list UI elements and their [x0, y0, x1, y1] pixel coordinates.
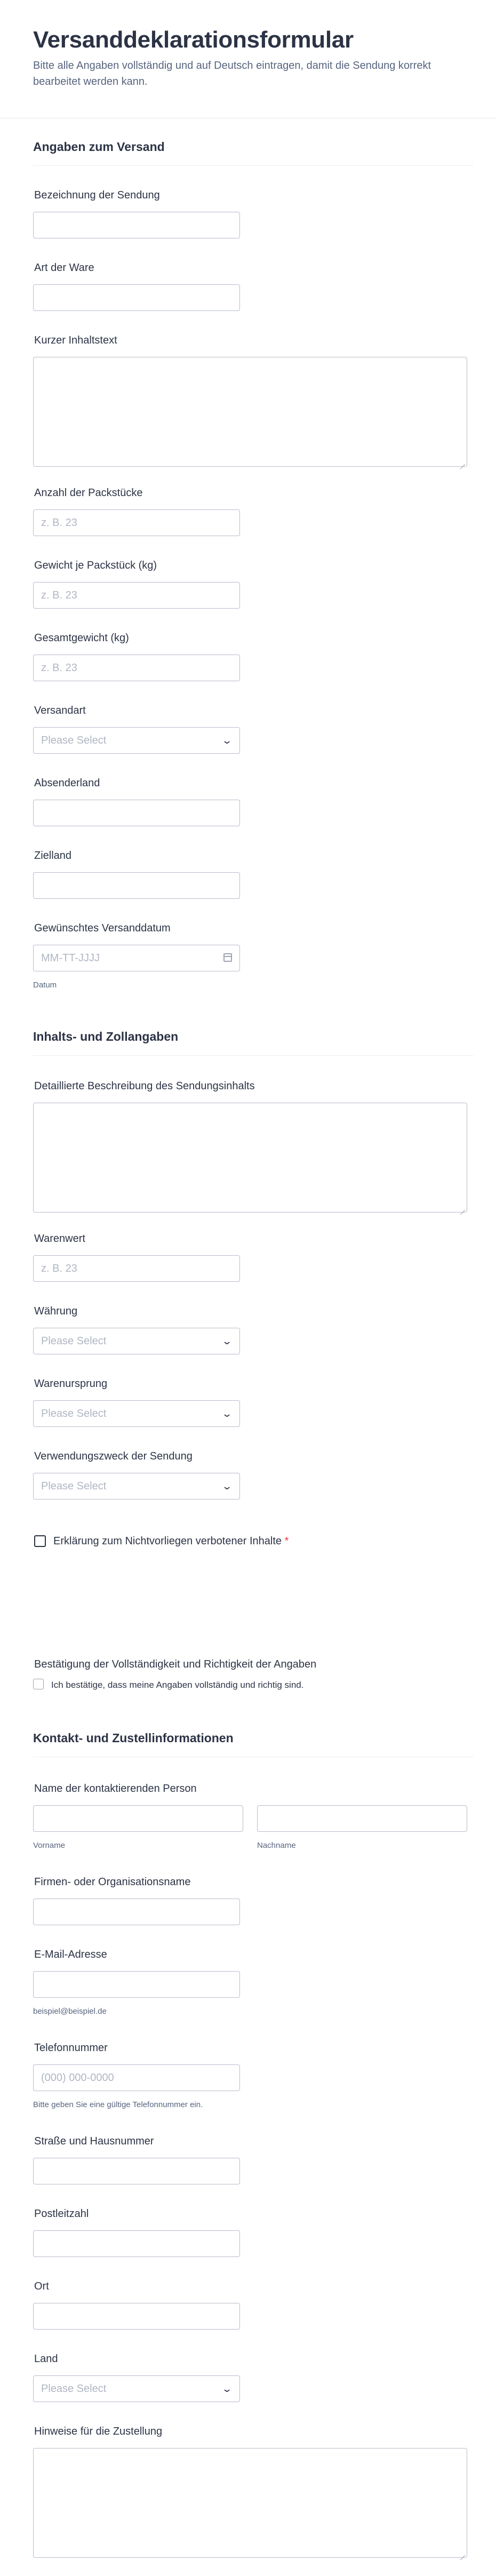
form-description: Bitte alle Angaben vollständig und auf D…: [33, 60, 431, 87]
chevron-down-icon: ⌄: [221, 1408, 233, 1419]
erklaerung-label: Erklärung zum Nichtvorliegen verbotener …: [53, 1535, 289, 1548]
ort-input[interactable]: [33, 2303, 240, 2330]
form-title: Versanddeklarationsformular: [33, 27, 354, 53]
label-gesamtgewicht: Gesamtgewicht (kg): [34, 632, 129, 644]
label-bestaetigung: Bestätigung der Vollständigkeit und Rich…: [34, 1658, 317, 1670]
versandart-select[interactable]: Please Select ⌄: [33, 727, 240, 754]
plz-input[interactable]: [33, 2230, 240, 2257]
chevron-down-icon: ⌄: [221, 2383, 233, 2394]
gewicht-je-input[interactable]: z. B. 23: [33, 582, 240, 609]
beschreibung-textarea[interactable]: [33, 1103, 467, 1213]
chevron-down-icon: ⌄: [221, 1481, 233, 1492]
form-header: Versanddeklarationsformular Bitte alle A…: [0, 0, 496, 118]
label-telefon: Telefonnummer: [34, 2042, 108, 2054]
label-versanddatum: Gewünschtes Versanddatum: [34, 922, 171, 934]
label-hinweise: Hinweise für die Zustellung: [34, 2426, 163, 2437]
label-plz: Postleitzahl: [34, 2208, 89, 2220]
strasse-input[interactable]: [33, 2158, 240, 2184]
land-select[interactable]: Please Select ⌄: [33, 2375, 240, 2402]
label-strasse: Straße und Hausnummer: [34, 2135, 154, 2147]
anzahl-input[interactable]: z. B. 23: [33, 509, 240, 536]
section-divider: [33, 165, 474, 166]
label-versandart: Versandart: [34, 705, 86, 716]
label-kurztext: Kurzer Inhaltstext: [34, 334, 117, 346]
label-waehrung: Währung: [34, 1305, 78, 1317]
warenwert-input[interactable]: z. B. 23: [33, 1255, 240, 1282]
versanddatum-input[interactable]: MM-TT-JJJJ: [33, 945, 240, 971]
email-sublabel: beispiel@beispiel.de: [33, 2007, 107, 2016]
resize-handle-icon[interactable]: [460, 459, 465, 465]
select-value: Please Select: [41, 1408, 107, 1419]
bestaetigung-option: Ich bestätige, dass meine Angaben vollst…: [51, 1680, 304, 1690]
required-mark: *: [284, 1535, 289, 1547]
art-der-ware-input[interactable]: [33, 284, 240, 311]
kurztext-textarea[interactable]: [33, 357, 467, 467]
label-anzahl: Anzahl der Packstücke: [34, 487, 143, 499]
erklaerung-checkbox[interactable]: [34, 1535, 46, 1547]
section-divider: [33, 1055, 474, 1056]
section-title-versand: Angaben zum Versand: [33, 140, 165, 154]
firma-input[interactable]: [33, 1899, 240, 1925]
label-bezeichnung: Bezeichnung der Sendung: [34, 189, 160, 201]
verwendungszweck-select[interactable]: Please Select ⌄: [33, 1473, 240, 1500]
date-placeholder: MM-TT-JJJJ: [41, 952, 100, 964]
gesamtgewicht-input[interactable]: z. B. 23: [33, 655, 240, 681]
section-title-kontakt: Kontakt- und Zustellinformationen: [33, 1731, 234, 1745]
chevron-down-icon: ⌄: [221, 1336, 233, 1346]
absenderland-input[interactable]: [33, 800, 240, 826]
nachname-sublabel: Nachname: [257, 1841, 296, 1850]
label-land: Land: [34, 2353, 58, 2365]
label-email: E-Mail-Adresse: [34, 1949, 107, 1960]
telefon-sublabel: Bitte geben Sie eine gültige Telefonnumm…: [33, 2100, 203, 2109]
vorname-sublabel: Vorname: [33, 1841, 66, 1850]
warenursprung-select[interactable]: Please Select ⌄: [33, 1400, 240, 1427]
select-value: Please Select: [41, 2383, 107, 2395]
label-absenderland: Absenderland: [34, 777, 100, 789]
label-beschreibung: Detaillierte Beschreibung des Sendungsin…: [34, 1080, 255, 1092]
label-warenursprung: Warenursprung: [34, 1378, 108, 1390]
section-title-inhalt: Inhalts- und Zollangaben: [33, 1030, 179, 1043]
erklaerung-text: Erklärung zum Nichtvorliegen verbotener …: [53, 1535, 282, 1547]
hinweise-textarea[interactable]: [33, 2448, 467, 2558]
label-zielland: Zielland: [34, 850, 72, 862]
label-firma: Firmen- oder Organisationsname: [34, 1876, 191, 1888]
versanddatum-sublabel: Datum: [33, 980, 57, 990]
select-value: Please Select: [41, 1335, 107, 1347]
label-verwendungszweck: Verwendungszweck der Sendung: [34, 1450, 193, 1462]
resize-handle-icon[interactable]: [460, 1205, 465, 1210]
chevron-down-icon: ⌄: [221, 735, 233, 746]
email-field[interactable]: [33, 1971, 240, 1998]
label-warenwert: Warenwert: [34, 1233, 85, 1245]
select-value: Please Select: [41, 1480, 107, 1492]
telefon-input[interactable]: (000) 000-0000: [33, 2064, 240, 2091]
nachname-input[interactable]: [257, 1805, 467, 1832]
vorname-input[interactable]: [33, 1805, 243, 1832]
waehrung-select[interactable]: Please Select ⌄: [33, 1328, 240, 1354]
label-art: Art der Ware: [34, 262, 94, 274]
label-kontaktperson: Name der kontaktierenden Person: [34, 1783, 197, 1795]
bestaetigung-checkbox[interactable]: [33, 1679, 44, 1689]
select-value: Please Select: [41, 735, 107, 746]
resize-handle-icon[interactable]: [460, 2550, 465, 2556]
label-gewicht-je: Gewicht je Packstück (kg): [34, 560, 157, 571]
label-ort: Ort: [34, 2280, 49, 2292]
calendar-icon[interactable]: [223, 953, 232, 962]
zielland-input[interactable]: [33, 872, 240, 899]
bezeichnung-input[interactable]: [33, 212, 240, 238]
